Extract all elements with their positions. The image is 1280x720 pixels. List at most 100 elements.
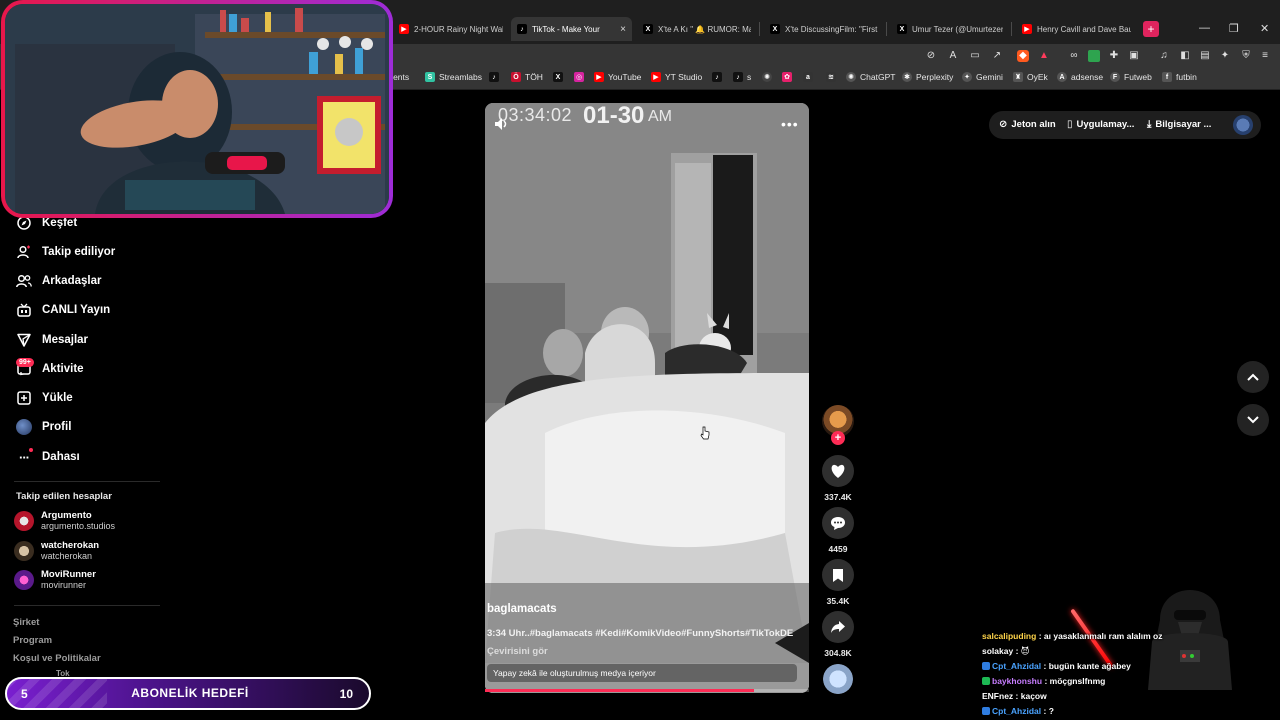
- bookmark-item[interactable]: f futbin: [1162, 72, 1197, 82]
- wallet-icon[interactable]: ▤: [1199, 50, 1211, 62]
- bookmark-item[interactable]: ♪: [712, 72, 726, 82]
- tab-x-rumor[interactable]: X X'te A Kı " 🔔 RUMOR: Ma: [637, 17, 757, 41]
- menu-icon[interactable]: ≡: [1259, 50, 1271, 62]
- user-avatar[interactable]: [1233, 115, 1253, 135]
- leo-icon[interactable]: ✦: [1219, 50, 1231, 62]
- tab-search-icon[interactable]: ▣: [1128, 50, 1140, 62]
- footer-terms[interactable]: Koşul ve Politikalar: [13, 653, 101, 664]
- followed-accounts-title: Takip edilen hesaplar: [16, 491, 112, 502]
- nav-upload[interactable]: Yükle: [16, 390, 73, 406]
- sidebar-divider: [14, 605, 160, 606]
- bookmark-item[interactable]: ✺ ChatGPT: [846, 72, 895, 82]
- nav-more[interactable]: ··· Dahası: [16, 449, 80, 465]
- glasses-icon[interactable]: ∞: [1068, 50, 1080, 62]
- share-icon[interactable]: ↗: [991, 50, 1003, 62]
- nav-live[interactable]: CANLI Yayın: [16, 302, 110, 318]
- bookmark-item[interactable]: Aadsense: [1057, 72, 1103, 82]
- get-coins-button[interactable]: ⊘ Jeton alın: [999, 119, 1056, 130]
- footer-program[interactable]: Program: [13, 635, 52, 646]
- nav-following[interactable]: Takip ediliyor: [16, 244, 115, 260]
- profile-avatar: [16, 419, 32, 435]
- save-button[interactable]: [822, 559, 854, 591]
- next-video-button[interactable]: [1237, 404, 1269, 436]
- tab-tiktok[interactable]: ♪ TikTok - Make Your ×: [511, 17, 632, 41]
- follow-plus-icon[interactable]: +: [831, 431, 845, 445]
- bookmark-item[interactable]: ♪: [489, 72, 503, 82]
- comment-button[interactable]: [822, 507, 854, 539]
- webcam-scene: [5, 4, 389, 214]
- share-button[interactable]: [822, 611, 854, 643]
- extension-green-icon[interactable]: [1088, 50, 1100, 62]
- video-more-icon[interactable]: •••: [781, 116, 799, 132]
- no-tracking-icon[interactable]: ⊘: [925, 50, 937, 62]
- maximize-icon[interactable]: ❐: [1229, 22, 1239, 35]
- bookmark-label: s: [747, 72, 752, 82]
- bookmark-item[interactable]: S Streamlabs: [425, 72, 482, 82]
- nav-profile[interactable]: Profil: [16, 419, 71, 435]
- tab-rainy-night-walk[interactable]: ▶ 2-HOUR Rainy Night Walk: [393, 17, 509, 41]
- get-coins-label: Jeton alın: [1011, 119, 1056, 130]
- bookmark-item[interactable]: ▶ YouTube: [594, 72, 641, 82]
- bookmark-item[interactable]: ✿: [782, 72, 796, 82]
- close-icon[interactable]: ×: [620, 24, 626, 35]
- screen: ▶ 2-HOUR Rainy Night Walk ♪ TikTok - Mak…: [0, 0, 1280, 720]
- tab-umur-tezer[interactable]: X Umur Tezer (@Umurtezer): [891, 17, 1009, 41]
- tab-henry-cavill[interactable]: ▶ Henry Cavill and Dave Bau: [1016, 17, 1137, 41]
- sidebar-divider: [14, 481, 160, 482]
- music-disc-icon[interactable]: [823, 664, 853, 694]
- followed-account[interactable]: MoviRunner movirunner: [14, 569, 96, 591]
- close-window-icon[interactable]: ✕: [1260, 22, 1269, 35]
- like-button[interactable]: [822, 455, 854, 487]
- translate-icon[interactable]: A: [947, 50, 959, 62]
- video-timestamp-overlay: 01-30: [583, 102, 645, 129]
- video-author[interactable]: baglamacats: [487, 603, 557, 615]
- translate-link[interactable]: Çevirisini gör: [487, 646, 548, 657]
- bookmark-item[interactable]: Ö TÖH: [511, 72, 543, 82]
- nav-label: CANLI Yayın: [42, 304, 111, 316]
- vpn-icon[interactable]: ⛨: [1240, 50, 1252, 62]
- download-icon: ⤓: [1147, 119, 1152, 130]
- friends-icon: [16, 273, 32, 289]
- bookmark-item[interactable]: ✦ Gemini: [962, 72, 1003, 82]
- bookmark-item[interactable]: ≋: [826, 72, 840, 82]
- bookmark-item[interactable]: X: [553, 72, 567, 82]
- bookmark-item[interactable]: ◎: [574, 72, 588, 82]
- followed-account[interactable]: watcherokan watcherokan: [14, 540, 99, 562]
- tab-x-discussingfilm[interactable]: X X'te DiscussingFilm: "First: [764, 17, 884, 41]
- bookmark-item[interactable]: ▶ YT Studio: [651, 72, 702, 82]
- music-icon[interactable]: ♫: [1158, 50, 1170, 62]
- screen-icon[interactable]: ▭: [969, 50, 981, 62]
- bookmark-item[interactable]: ✱ Perplexity: [902, 72, 953, 82]
- toh-icon: Ö: [511, 72, 521, 82]
- extensions-icon[interactable]: ✚: [1108, 50, 1120, 62]
- previous-video-button[interactable]: [1237, 361, 1269, 393]
- bookmark-item[interactable]: F Futweb: [1110, 72, 1152, 82]
- video-progress-bar[interactable]: [485, 689, 809, 692]
- bookmark-item[interactable]: a: [803, 72, 817, 82]
- nav-label: Arkadaşlar: [42, 275, 102, 287]
- minimize-icon[interactable]: —: [1199, 22, 1210, 34]
- heart-icon: [831, 464, 845, 478]
- tab-label: X'te DiscussingFilm: "First: [785, 24, 878, 34]
- bookmark-item[interactable]: ♜ OyEk: [1013, 72, 1048, 82]
- desktop-app-button[interactable]: ⤓ Bilgisayar ...: [1147, 119, 1211, 130]
- bookmark-label: YT Studio: [665, 72, 703, 82]
- sidebar-icon[interactable]: ◧: [1179, 50, 1191, 62]
- new-tab-button[interactable]: +: [1143, 21, 1159, 37]
- nav-messages[interactable]: Mesajlar: [16, 332, 88, 348]
- chat-username: ENFnez: [982, 691, 1014, 701]
- bookmark-item[interactable]: ✺: [762, 72, 776, 82]
- chat-message: Cpt_Ahzidal : bugün kante ağabey: [982, 661, 1131, 671]
- tab-separator: [759, 22, 760, 36]
- bookmark-item[interactable]: ♪ s: [733, 72, 751, 82]
- x-icon: X: [770, 24, 780, 34]
- brave-shield-icon[interactable]: ◆: [1017, 50, 1029, 62]
- account-name: Argumento: [41, 510, 92, 521]
- brave-rewards-icon[interactable]: ▲: [1038, 50, 1050, 62]
- chat-text: : möçgnslfnmg: [1044, 676, 1106, 686]
- get-app-button[interactable]: ▯ Uygulamay...: [1067, 119, 1134, 130]
- followed-account[interactable]: Argumento argumento.studios: [14, 510, 115, 532]
- volume-icon[interactable]: [493, 116, 509, 132]
- footer-company[interactable]: Şirket: [13, 617, 39, 628]
- nav-friends[interactable]: Arkadaşlar: [16, 273, 101, 289]
